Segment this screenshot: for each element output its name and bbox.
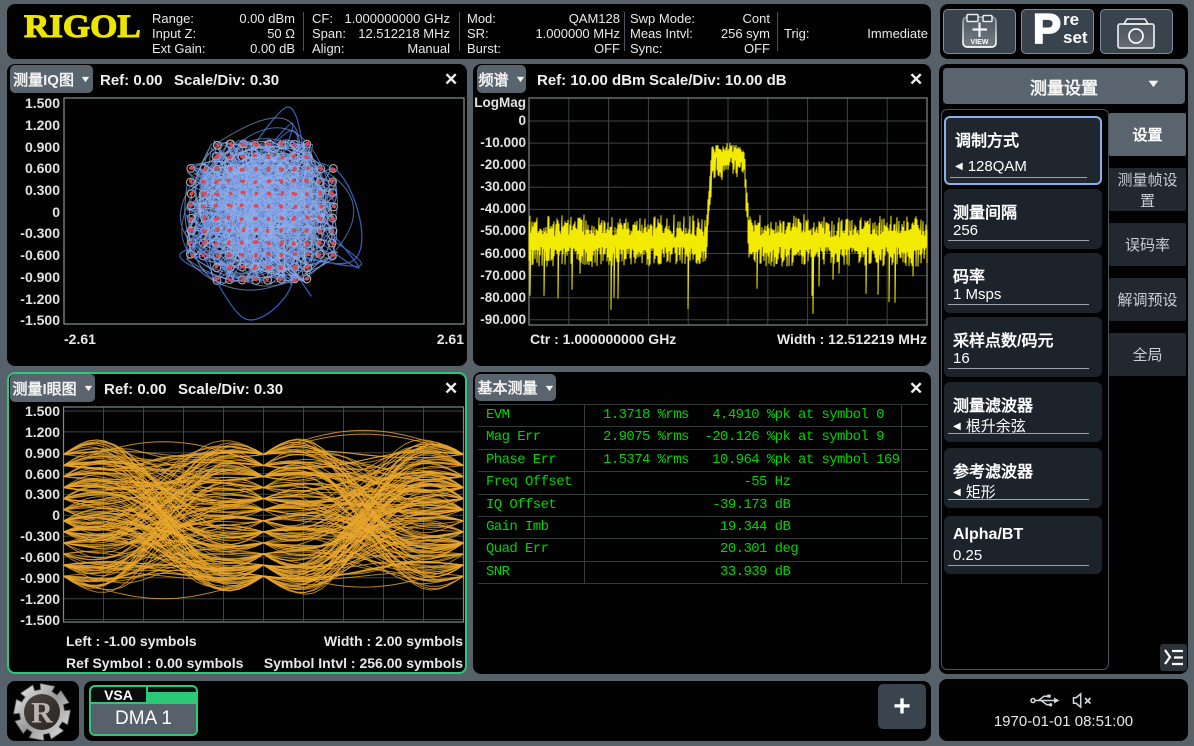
svg-text:R: R: [31, 697, 53, 730]
svg-text:VIEW: VIEW: [971, 39, 989, 46]
